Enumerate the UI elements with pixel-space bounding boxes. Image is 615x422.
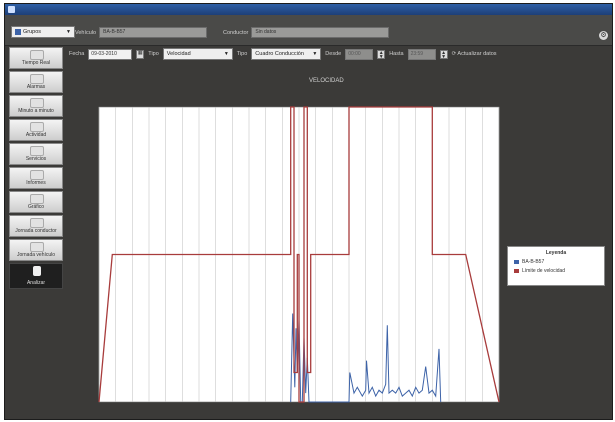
refresh-button[interactable]: ⟳ Actualizar datos <box>452 51 497 57</box>
sidebar-item-servicios[interactable]: Servicios <box>9 143 63 165</box>
legend-item: BA-B-B57 <box>514 259 604 265</box>
clock-icon <box>30 98 44 108</box>
to-label: Hasta <box>389 51 404 57</box>
chart-icon <box>30 194 44 204</box>
sidebar-item-actividad[interactable]: Actividad <box>9 119 63 141</box>
speed-chart <box>98 106 500 403</box>
chart-area: VELOCIDAD Leyenda BA-B-B57 Límite de vel… <box>69 64 613 419</box>
date-label: Fecha <box>69 51 85 57</box>
vehicle-field[interactable]: BA-B-B57 <box>99 27 208 38</box>
services-icon <box>30 146 44 156</box>
chart-legend: Leyenda BA-B-B57 Límite de velocidad <box>507 246 605 286</box>
activity-icon <box>30 122 44 132</box>
to-time-stepper[interactable]: ▲ ▼ <box>439 49 448 59</box>
from-time-stepper[interactable]: ▲ ▼ <box>377 49 386 59</box>
chevron-down-icon: ▼ <box>66 29 71 35</box>
vehicle-label: Vehículo <box>75 29 97 36</box>
sidebar-item-jornada-conductor[interactable]: Jornada conductor <box>9 215 63 237</box>
from-label: Desde <box>325 51 342 57</box>
report-icon <box>30 170 44 180</box>
sidebar-item-alarmas[interactable]: Alarmas <box>9 71 63 93</box>
analyze-icon <box>33 266 41 276</box>
type1-label: Tipo <box>148 51 159 57</box>
sidebar-item-minuto[interactable]: Minuto a minuto <box>9 95 63 117</box>
refresh-icon: ⟳ <box>451 51 457 57</box>
from-time-field[interactable]: 00:00 <box>345 48 374 60</box>
driver-field[interactable]: Sin datos <box>251 27 390 38</box>
type2-label: Tipo <box>236 51 248 57</box>
legend-swatch <box>514 260 519 264</box>
realtime-icon <box>30 50 44 60</box>
vehicle-icon <box>30 242 44 252</box>
app-icon <box>8 6 15 13</box>
date-field[interactable]: 09-03-2010 <box>88 48 133 60</box>
chevron-down-icon: ▼ <box>312 51 318 57</box>
group-select[interactable]: Grupos ▼ <box>11 26 75 38</box>
type2-select[interactable]: Cuadro Conducción ▼ <box>251 48 322 60</box>
alarm-icon <box>30 74 44 84</box>
legend-item: Límite de velocidad <box>514 268 604 274</box>
driver-icon <box>30 218 44 228</box>
legend-swatch <box>514 269 519 273</box>
filter-bar: Fecha 09-03-2010 ▦ Tipo Velocidad ▼ Tipo … <box>69 47 609 61</box>
sidebar-item-jornada-vehiculo[interactable]: Jornada vehículo <box>9 239 63 261</box>
settings-icon[interactable]: ⚙ <box>599 31 608 40</box>
app-window: Grupos ▼ Vehículo BA-B-B57 Conductor Sin… <box>4 3 613 420</box>
to-time-field[interactable]: 23:59 <box>407 48 436 60</box>
toolbar: Grupos ▼ Vehículo BA-B-B57 Conductor Sin… <box>5 15 612 46</box>
type1-select[interactable]: Velocidad ▼ <box>162 48 233 60</box>
sidebar-item-tiempo-real[interactable]: Tiempo Real <box>9 47 63 69</box>
sidebar-item-informes[interactable]: Informes <box>9 167 63 189</box>
calendar-icon[interactable]: ▦ <box>136 49 145 59</box>
driver-label: Conductor <box>223 29 249 36</box>
sidebar: Tiempo Real Alarmas Minuto a minuto Acti… <box>9 47 63 291</box>
title-bar <box>5 4 612 15</box>
sidebar-item-analizar[interactable]: Analizar <box>9 263 63 289</box>
chevron-down-icon: ▼ <box>223 51 229 57</box>
group-icon <box>15 29 21 35</box>
sidebar-item-grafico[interactable]: Gráfico <box>9 191 63 213</box>
legend-title: Leyenda <box>545 250 567 256</box>
